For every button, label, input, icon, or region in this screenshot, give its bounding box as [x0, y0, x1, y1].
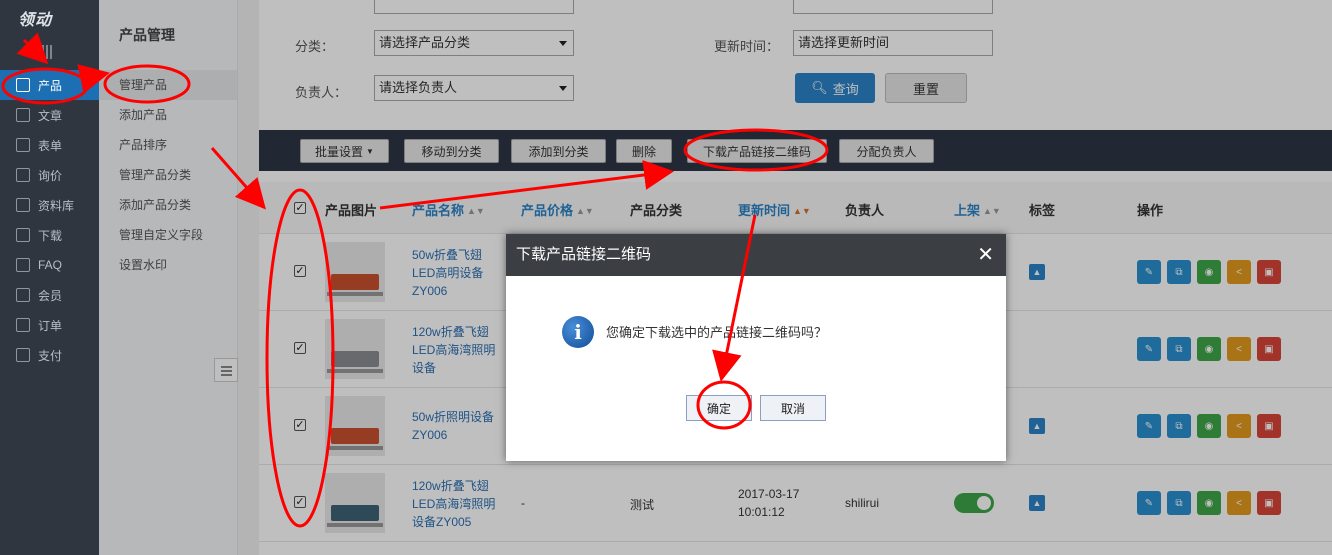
nav-label: FAQ — [38, 258, 63, 272]
dialog-header: 下载产品链接二维码 ✕ — [506, 234, 1006, 276]
dialog-title: 下载产品链接二维码 — [516, 246, 652, 263]
inquiry-icon — [16, 168, 30, 182]
payment-icon — [16, 348, 30, 362]
faq-icon — [16, 258, 30, 272]
nav-label: 下载 — [38, 228, 63, 243]
library-icon — [16, 198, 30, 212]
nav-label: 会员 — [38, 288, 63, 303]
cancel-button[interactable]: 取消 — [760, 395, 826, 421]
confirm-dialog: 下载产品链接二维码 ✕ i 您确定下载选中的产品链接二维码吗？ 确定 取消 — [506, 234, 1006, 461]
nav-item-forms[interactable]: 表单 — [0, 130, 99, 160]
nav-label: 文章 — [38, 108, 63, 123]
article-icon — [16, 108, 30, 122]
info-icon: i — [562, 316, 594, 348]
main-nav: 领动 产品 文章 表单 询价 资料库 下载 FAQ 会员 订单 支付 — [0, 0, 99, 555]
nav-item-library[interactable]: 资料库 — [0, 190, 99, 220]
order-icon — [16, 318, 30, 332]
nav-label: 产品 — [38, 78, 63, 93]
nav-label: 资料库 — [38, 198, 75, 213]
nav-item-order[interactable]: 订单 — [0, 310, 99, 340]
nav-item-payment[interactable]: 支付 — [0, 340, 99, 370]
grid-icon — [16, 78, 30, 92]
download-icon — [16, 228, 30, 242]
close-icon[interactable]: ✕ — [977, 234, 994, 276]
nav-item-products[interactable]: 产品 — [0, 70, 99, 100]
nav-label: 询价 — [38, 168, 63, 183]
nav-item-articles[interactable]: 文章 — [0, 100, 99, 130]
form-icon — [16, 138, 30, 152]
confirm-button[interactable]: 确定 — [686, 395, 752, 421]
nav-item-member[interactable]: 会员 — [0, 280, 99, 310]
menu-toggle-icon[interactable] — [40, 45, 54, 59]
nav-item-inquiry[interactable]: 询价 — [0, 160, 99, 190]
nav-item-faq[interactable]: FAQ — [0, 250, 99, 280]
nav-item-download[interactable]: 下载 — [0, 220, 99, 250]
dialog-message: 您确定下载选中的产品链接二维码吗？ — [606, 325, 828, 340]
nav-label: 表单 — [38, 138, 63, 153]
nav-label: 支付 — [38, 348, 63, 363]
nav-label: 订单 — [38, 318, 63, 333]
app-logo: 领动 — [18, 12, 53, 29]
member-icon — [16, 288, 30, 302]
